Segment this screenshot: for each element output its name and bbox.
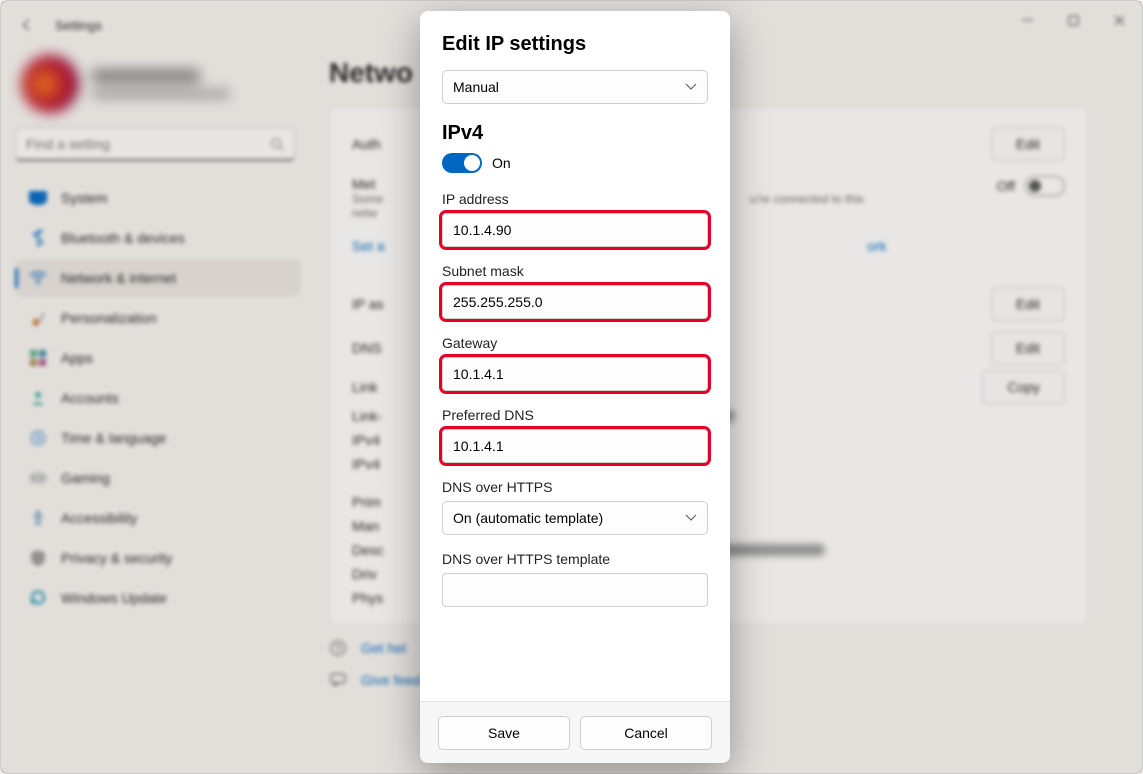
toggle-label: On xyxy=(492,155,511,171)
doh-template-input[interactable] xyxy=(442,573,708,607)
preferred-dns-label: Preferred DNS xyxy=(442,407,708,423)
gateway-label: Gateway xyxy=(442,335,708,351)
edit-ip-dialog: Edit IP settings Manual IPv4 On IP addre… xyxy=(420,11,730,763)
subnet-mask-label: Subnet mask xyxy=(442,263,708,279)
ip-address-input[interactable] xyxy=(442,213,708,247)
dialog-title: Edit IP settings xyxy=(442,33,708,56)
preferred-dns-input[interactable] xyxy=(442,429,708,463)
subnet-mask-input[interactable] xyxy=(442,285,708,319)
save-button[interactable]: Save xyxy=(438,716,570,750)
chevron-down-icon xyxy=(685,83,697,91)
doh-template-label: DNS over HTTPS template xyxy=(442,551,708,567)
ip-address-label: IP address xyxy=(442,191,708,207)
ipv4-heading: IPv4 xyxy=(442,122,708,145)
ipv4-toggle[interactable] xyxy=(442,153,482,173)
cancel-button[interactable]: Cancel xyxy=(580,716,712,750)
doh-select[interactable]: On (automatic template) xyxy=(442,501,708,535)
gateway-input[interactable] xyxy=(442,357,708,391)
ip-mode-select[interactable]: Manual xyxy=(442,70,708,104)
chevron-down-icon xyxy=(685,514,697,522)
doh-label: DNS over HTTPS xyxy=(442,479,708,495)
